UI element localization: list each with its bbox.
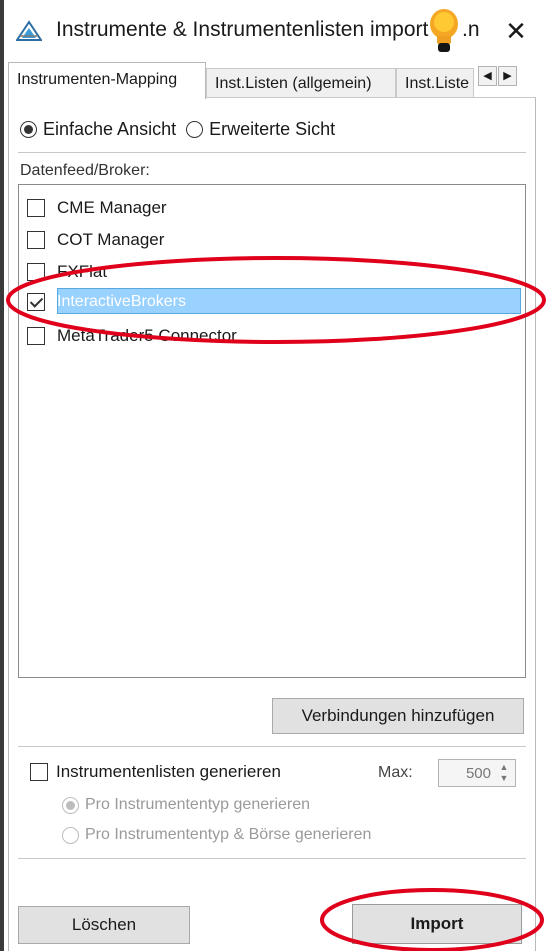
stepper-arrows-icon[interactable]: ▲ ▼ [497,762,511,784]
tab-instrumenten-mapping[interactable]: Instrumenten-Mapping [8,62,206,99]
lightbulb-icon [430,9,458,52]
list-item-label: CME Manager [57,198,167,217]
close-button[interactable]: ✕ [496,14,536,48]
checkbox-generate-lists[interactable] [30,763,48,781]
import-dialog: Instrumente & Instrumentenlisten import … [0,0,547,951]
title-bar[interactable]: Instrumente & Instrumentenlisten import … [4,0,547,62]
max-label: Max: [378,764,413,781]
divider [18,858,526,859]
radio-einfache-ansicht-label[interactable]: Einfache Ansicht [43,119,176,140]
checkbox-cot-manager[interactable] [27,231,45,249]
radio-pro-instrumententyp-label[interactable]: Pro Instrumententyp generieren [85,796,310,814]
list-item-label: FXFlat [57,262,108,281]
view-mode-group: Einfache Ansicht Erweiterte Sicht [20,116,335,142]
generate-lists-row: Instrumentenlisten generieren [30,762,281,782]
list-item-interactivebrokers[interactable]: InteractiveBrokers [19,287,525,317]
radio-erweiterte-sicht[interactable] [186,120,204,138]
max-value: 500 [465,765,491,782]
add-connections-button[interactable]: Verbindungen hinzufügen [272,698,524,734]
app-logo-icon [16,20,42,41]
radio-selected-dot [66,800,75,810]
window-title: Instrumente & Instrumentenlisten import [56,18,429,41]
radio-pro-instrumententyp-boerse-label[interactable]: Pro Instrumententyp & Börse generieren [85,826,371,844]
checkbox-metatrader5-connector[interactable] [27,327,45,345]
checkbox-fxflat[interactable] [27,263,45,281]
radio-selected-dot [24,124,33,134]
tab-inst-listen[interactable]: Inst.Liste [396,68,474,98]
radio-einfache-ansicht[interactable] [20,120,37,138]
window-left-border [0,0,4,951]
list-item-cot-manager[interactable]: COT Manager [19,225,525,255]
checkbox-interactivebrokers[interactable] [27,293,45,311]
tab-scroll-left-icon[interactable]: ◀ [478,66,497,86]
generate-lists-label[interactable]: Instrumentenlisten generieren [56,762,281,782]
delete-button[interactable]: Löschen [18,906,190,944]
divider [18,746,526,747]
broker-section-label: Datenfeed/Broker: [20,162,150,179]
radio-pro-instrumententyp-boerse[interactable] [62,826,79,844]
import-button[interactable]: Import [352,904,522,944]
max-stepper[interactable]: 500 ▲ ▼ [438,759,516,787]
tab-inst-listen-allgemein[interactable]: Inst.Listen (allgemein) [206,68,396,98]
list-item-label: InteractiveBrokers [57,293,186,310]
list-item-metatrader5-connector[interactable]: MetaTrader5 Connector [19,321,525,351]
radio-row-pro-typ-boerse: Pro Instrumententyp & Börse generieren [62,826,371,844]
radio-erweiterte-sicht-label[interactable]: Erweiterte Sicht [209,119,335,140]
radio-row-pro-typ: Pro Instrumententyp generieren [62,796,310,814]
radio-pro-instrumententyp[interactable] [62,796,79,814]
list-item-label: MetaTrader5 Connector [57,326,237,345]
divider [18,152,526,153]
list-item-fxflat[interactable]: FXFlat [19,257,525,287]
window-title-tail: .n [462,18,480,41]
checkbox-cme-manager[interactable] [27,199,45,217]
list-item-label: COT Manager [57,230,165,249]
broker-list[interactable]: CME Manager COT Manager FXFlat Interacti… [18,184,526,678]
tab-scroll-right-icon[interactable]: ▶ [498,66,517,86]
list-item-cme-manager[interactable]: CME Manager [19,193,525,223]
